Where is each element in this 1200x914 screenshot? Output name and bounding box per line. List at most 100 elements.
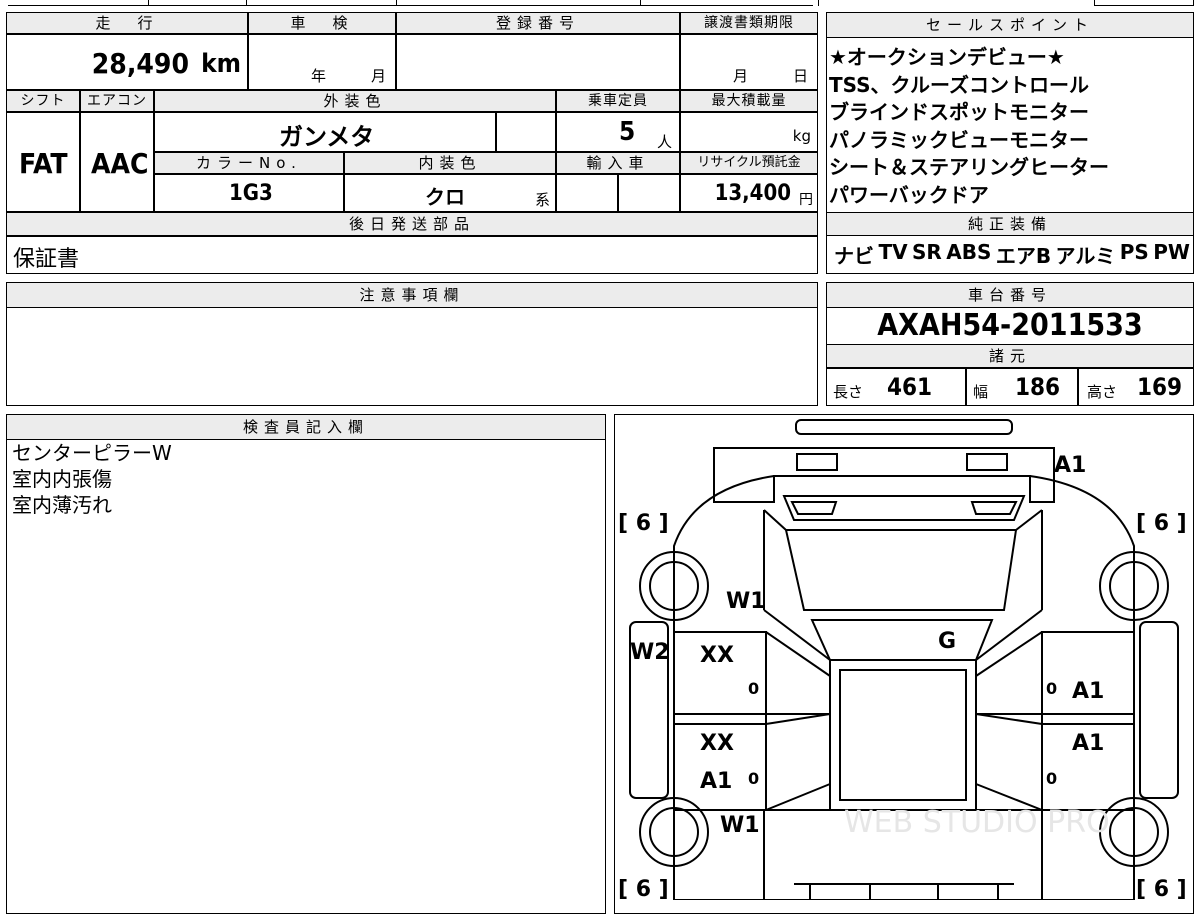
zero-mark: 0 bbox=[1046, 769, 1057, 788]
import-label: 輸入車 bbox=[556, 152, 680, 174]
mark-left-front-door: XX bbox=[700, 731, 734, 756]
inspector-lines: センターピラーW 室内内張傷 室内薄汚れ bbox=[12, 440, 172, 518]
shift-cell: FAT bbox=[6, 112, 80, 212]
inspector-label: 検査員記入欄 bbox=[6, 414, 606, 440]
zero-mark: 0 bbox=[748, 769, 759, 788]
mileage-label: 走 行 bbox=[6, 12, 248, 34]
mark-roof: G bbox=[938, 629, 956, 654]
import-cell-1 bbox=[556, 174, 618, 212]
mileage-value: 28,490 bbox=[91, 47, 189, 80]
spec-width-cell: 幅 186 bbox=[966, 368, 1078, 406]
max-load-unit: kg bbox=[792, 127, 811, 145]
spec-length-value: 461 bbox=[887, 373, 933, 401]
recycle-fee-unit: 円 bbox=[799, 192, 813, 208]
color-no-cell: 1G3 bbox=[154, 174, 344, 212]
aircon-cell: AAC bbox=[80, 112, 154, 212]
exterior-color-cell: ガンメタ bbox=[154, 112, 496, 152]
car-diagram: WEB STUDIO PRO [ 6 ] [ 6 ] [ 6 ] [ 6 ] A… bbox=[618, 419, 1187, 900]
mark-right-rear-door: A1 bbox=[1072, 679, 1104, 704]
import-cell-2 bbox=[618, 174, 680, 212]
transfer-day: 日 bbox=[793, 67, 809, 85]
watermark-text: WEB STUDIO PRO bbox=[844, 805, 1110, 840]
spec-length-cell: 長さ 461 bbox=[826, 368, 966, 406]
sales-points-list: ★オークションデビュー★ TSS、クルーズコントロール ブラインドスポットモニタ… bbox=[829, 44, 1191, 212]
mark-rear: A1 bbox=[1054, 453, 1086, 478]
inspector-line: 室内内張傷 bbox=[12, 467, 112, 491]
capacity-cell: 5 人 bbox=[556, 112, 680, 152]
shift-value: FAT bbox=[19, 147, 68, 180]
transfer-deadline-cell: 月 日 bbox=[680, 34, 818, 90]
mark-right-front-door: A1 bbox=[1072, 731, 1104, 756]
sales-point-item: TSS、クルーズコントロール bbox=[829, 72, 1089, 97]
shift-label: シフト bbox=[6, 90, 80, 112]
tire-label-rear-right: [ 6 ] bbox=[1136, 511, 1187, 536]
mark-rear-left-panel: W1 bbox=[726, 589, 766, 614]
interior-color-cell: クロ 系 bbox=[344, 174, 556, 212]
color-no-label: カラーNo. bbox=[154, 152, 344, 174]
equipment-alloy: アルミ bbox=[1055, 244, 1116, 268]
top-partial-row bbox=[0, 0, 820, 10]
tire-label-front-right: [ 6 ] bbox=[1136, 877, 1187, 900]
specs-label: 諸元 bbox=[826, 344, 1194, 368]
recycle-fee-value: 13,400 bbox=[714, 181, 791, 206]
zero-mark: 0 bbox=[748, 679, 759, 698]
genuine-equipment-label: 純正装備 bbox=[826, 212, 1194, 236]
aircon-value: AAC bbox=[91, 147, 149, 180]
capacity-value: 5 bbox=[619, 117, 636, 147]
equipment-abs: ABS bbox=[946, 240, 992, 264]
capacity-unit: 人 bbox=[657, 133, 673, 151]
sales-point-item: パノラミックビューモニター bbox=[829, 127, 1089, 152]
interior-color-suffix: 系 bbox=[535, 191, 551, 209]
aircon-label: エアコン bbox=[80, 90, 154, 112]
sales-point-item: ブラインドスポットモニター bbox=[829, 100, 1089, 124]
max-load-cell: kg bbox=[680, 112, 818, 152]
max-load-label: 最大積載量 bbox=[680, 90, 818, 112]
exterior-color-value: ガンメタ bbox=[279, 123, 375, 151]
delivery-parts-value: 保証書 bbox=[13, 247, 80, 272]
inspection-cell: 年 月 bbox=[248, 34, 396, 90]
equipment-ps: PS bbox=[1119, 240, 1149, 264]
recycle-fee-cell: 13,400 円 bbox=[680, 174, 818, 212]
top-right-partial bbox=[1094, 0, 1194, 6]
exterior-color-extra bbox=[496, 112, 556, 152]
mark-left-side: W2 bbox=[630, 640, 670, 665]
registration-cell bbox=[396, 34, 680, 90]
spec-width-value: 186 bbox=[1015, 373, 1061, 401]
equipment-pw: PW bbox=[1153, 240, 1190, 264]
mark-front-left-fender: W1 bbox=[720, 813, 760, 838]
delivery-parts-label: 後日発送部品 bbox=[6, 212, 818, 236]
tire-label-rear-left: [ 6 ] bbox=[618, 511, 669, 536]
interior-color-label: 内装色 bbox=[344, 152, 556, 174]
mileage-unit: km bbox=[201, 49, 241, 79]
zero-mark: 0 bbox=[1046, 679, 1057, 698]
spec-length-label: 長さ bbox=[833, 383, 864, 401]
color-no-value: 1G3 bbox=[229, 181, 273, 206]
transfer-month: 月 bbox=[733, 67, 749, 85]
genuine-equipment-list: ナビ TV SR ABS エアB アルミ PS PW bbox=[834, 240, 1190, 272]
inspection-label: 車 検 bbox=[248, 12, 396, 34]
interior-color-value: クロ bbox=[425, 185, 465, 209]
equipment-navi: ナビ bbox=[834, 244, 874, 268]
inspector-line: 室内薄汚れ bbox=[12, 493, 112, 517]
capacity-label: 乗車定員 bbox=[556, 90, 680, 112]
delivery-parts-cell: 保証書 bbox=[6, 236, 818, 274]
spec-height-value: 169 bbox=[1137, 373, 1183, 401]
inspector-line: センターピラーW bbox=[12, 441, 172, 465]
tire-label-front-left: [ 6 ] bbox=[618, 877, 669, 900]
recycle-fee-label: リサイクル預託金 bbox=[680, 152, 818, 174]
transfer-deadline-label: 譲渡書類期限 bbox=[680, 12, 818, 34]
spec-height-cell: 高さ 169 bbox=[1078, 368, 1194, 406]
mark-left-rear-door: XX bbox=[700, 643, 734, 668]
spec-height-label: 高さ bbox=[1087, 383, 1118, 401]
sales-points-label: セールスポイント bbox=[826, 12, 1194, 38]
registration-label: 登録番号 bbox=[396, 12, 680, 34]
equipment-airbag: エアB bbox=[995, 244, 1052, 268]
chassis-number-label: 車台番号 bbox=[826, 282, 1194, 308]
mark-left-front-door-2: A1 bbox=[700, 769, 732, 794]
mileage-cell: 28,490 km bbox=[6, 34, 248, 90]
sales-point-item: ★オークションデビュー★ bbox=[829, 45, 1065, 69]
inspection-year: 年 bbox=[311, 67, 327, 85]
spec-width-label: 幅 bbox=[973, 383, 989, 401]
equipment-sr: SR bbox=[912, 240, 942, 264]
sales-point-item: パワーバックドア bbox=[829, 182, 989, 207]
